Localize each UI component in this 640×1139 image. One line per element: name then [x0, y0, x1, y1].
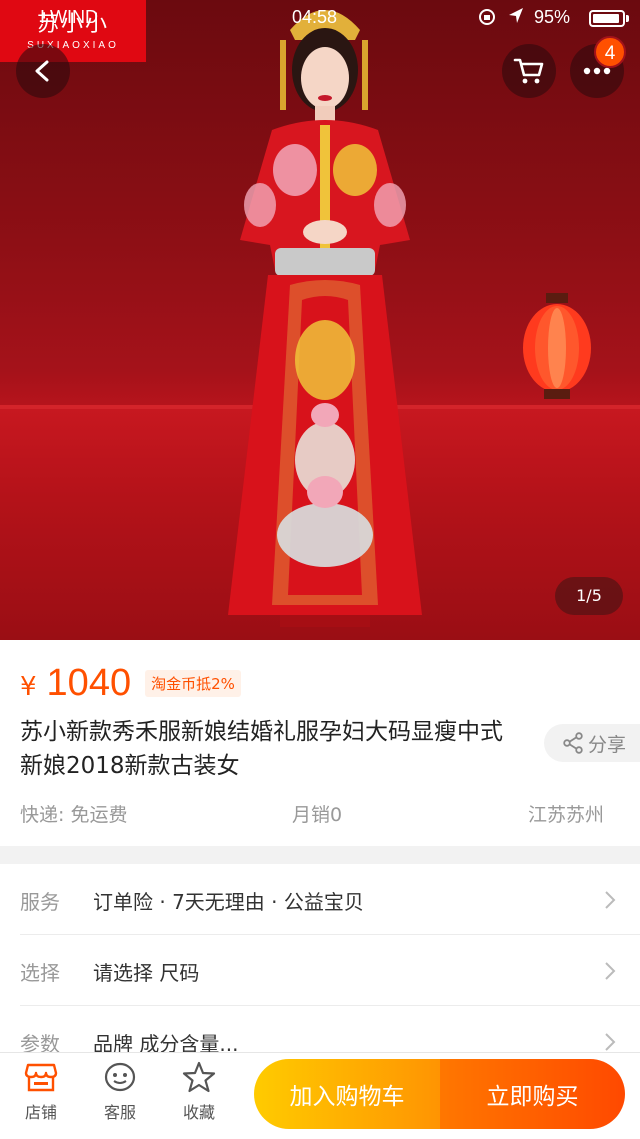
- tab-shop[interactable]: 店铺: [10, 1061, 72, 1123]
- brand-logo-en: SUXIAOXIAO: [27, 40, 119, 51]
- back-button[interactable]: [16, 44, 70, 98]
- customer-service-icon: [104, 1062, 136, 1092]
- option-row-select-size[interactable]: 选择 请选择 尺码: [0, 935, 640, 1005]
- tab-favorite[interactable]: 收藏: [168, 1061, 230, 1123]
- bride-model-image: [228, 10, 422, 627]
- option-value: 请选择 尺码: [93, 961, 200, 985]
- share-icon: [563, 732, 583, 754]
- option-label: 服务: [20, 890, 60, 914]
- battery-percent: 95%: [534, 7, 571, 27]
- notification-badge: 4: [594, 36, 626, 68]
- bottom-action-bar: 店铺 客服 收藏 加入购物车 立即购买: [0, 1052, 640, 1139]
- cart-button[interactable]: [502, 44, 556, 98]
- status-bar: I WIND 04:58 95%: [0, 0, 640, 36]
- chevron-right-icon: [605, 962, 616, 980]
- chevron-left-icon: [35, 60, 49, 82]
- product-image-gallery[interactable]: 苏小小 SUXIAOXIAO I WIND 04:58 95% 4 1/5: [0, 0, 640, 640]
- tab-shop-label: 店铺: [24, 1103, 57, 1122]
- battery-tip: [626, 15, 629, 22]
- product-price: 1040: [46, 662, 132, 704]
- product-info-card: ¥ 1040 淘金币抵2% 苏小新款秀禾服新娘结婚礼服孕妇大码显瘦中式新娘201…: [0, 640, 640, 846]
- shop-icon: [24, 1063, 58, 1092]
- currency-symbol: ¥: [20, 672, 37, 702]
- red-lantern-image: [523, 293, 591, 399]
- shipping-info: 快递: 免运费: [20, 804, 128, 826]
- add-to-cart-button[interactable]: 加入购物车: [254, 1059, 440, 1129]
- ship-from-location: 江苏苏州: [528, 804, 605, 826]
- share-label: 分享: [588, 733, 627, 756]
- status-time: 04:58: [292, 7, 338, 27]
- carrier-name: I WIND: [40, 7, 98, 27]
- tab-customer-service[interactable]: 客服: [89, 1061, 151, 1123]
- option-label: 选择: [20, 961, 60, 985]
- share-button[interactable]: 分享: [544, 724, 640, 762]
- taobao-coin-discount-tag: 淘金币抵2%: [145, 670, 241, 697]
- battery-icon: [589, 10, 625, 27]
- price-row: ¥ 1040 淘金币抵2%: [20, 662, 241, 712]
- more-dots-icon: [583, 67, 611, 75]
- location-arrow-icon: [509, 8, 523, 23]
- product-options-list: 服务 订单险 · 7天无理由 · 公益宝贝 选择 请选择 尺码 参数 品牌 成分…: [0, 864, 640, 1064]
- tab-favorite-label: 收藏: [182, 1103, 215, 1122]
- chevron-right-icon: [605, 891, 616, 909]
- orientation-lock-icon: [479, 9, 495, 25]
- option-row-service[interactable]: 服务 订单险 · 7天无理由 · 公益宝贝: [0, 864, 640, 934]
- image-pager-indicator: 1/5: [555, 577, 623, 615]
- buy-now-button[interactable]: 立即购买: [440, 1059, 625, 1129]
- tab-service-label: 客服: [103, 1103, 136, 1122]
- star-icon: [182, 1061, 216, 1093]
- chevron-right-icon: [605, 1033, 616, 1051]
- product-title: 苏小新款秀禾服新娘结婚礼服孕妇大码显瘦中式新娘2018新款古装女: [20, 719, 503, 779]
- shopping-cart-icon: [513, 58, 544, 84]
- monthly-sales: 月销0: [292, 804, 343, 826]
- option-value: 订单险 · 7天无理由 · 公益宝贝: [93, 890, 364, 914]
